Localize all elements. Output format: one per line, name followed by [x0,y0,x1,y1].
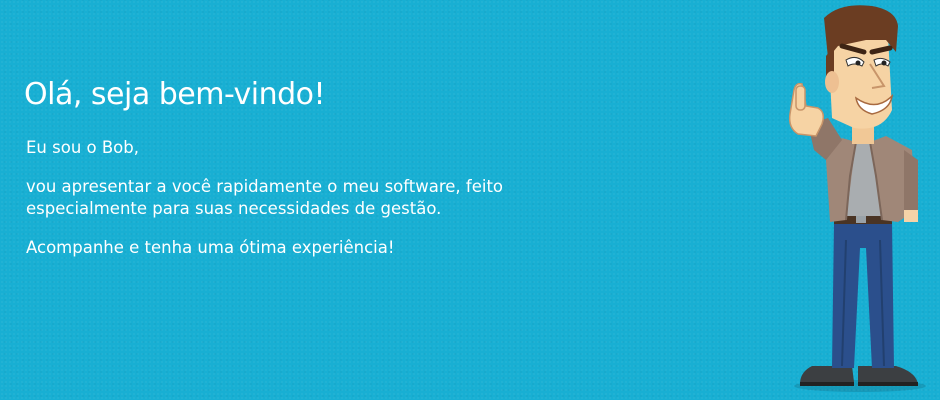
bob-mascot-illustration [788,5,926,392]
description-text: vou apresentar a você rapidamente o meu … [26,176,764,220]
shoes [800,366,918,386]
intro-text: Eu sou o Bob, [26,137,139,157]
description-line-2: especialmente para suas necessidades de … [26,198,442,218]
description-line-1: vou apresentar a você rapidamente o meu … [26,176,504,196]
welcome-text-block: Olá, seja bem-vindo! Eu sou o Bob, vou a… [24,77,764,276]
head [824,5,898,129]
pointing-hand [788,82,825,137]
jeans [832,222,894,368]
welcome-title: Olá, seja bem-vindo! [24,77,326,112]
closing-text: Acompanhe e tenha uma ótima experiência! [26,237,395,257]
